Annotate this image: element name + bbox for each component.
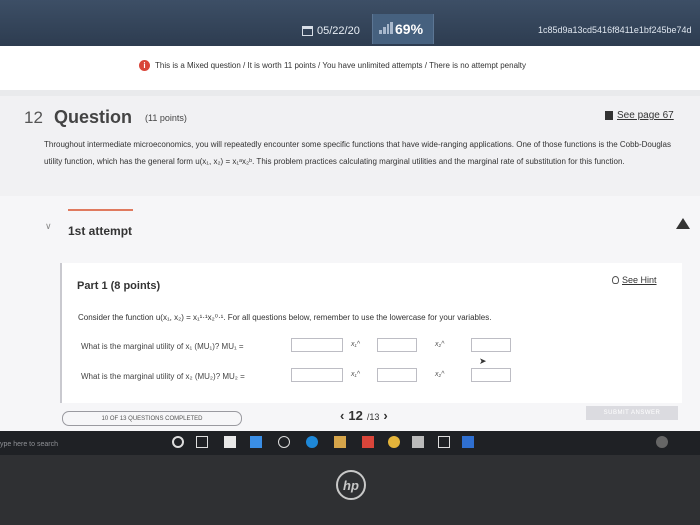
see-page-label: See page 67 bbox=[617, 110, 674, 121]
question-info-text: This is a Mixed question / It is worth 1… bbox=[155, 61, 527, 70]
see-hint-label: See Hint bbox=[622, 275, 657, 285]
hp-logo: hp bbox=[336, 470, 366, 500]
top-bar: 05/22/20 69% 1c85d9a13cd5416f8411e1bf245… bbox=[0, 0, 700, 46]
edge-icon[interactable] bbox=[306, 436, 318, 448]
info-icon: i bbox=[139, 60, 150, 71]
mu2-label: What is the marginal utility of x₂ (MU₂)… bbox=[81, 372, 245, 381]
due-date: 05/22/20 bbox=[302, 25, 360, 37]
cortana-icon[interactable] bbox=[172, 436, 184, 448]
chrome-icon[interactable] bbox=[388, 436, 400, 448]
prev-question-button[interactable]: ‹ bbox=[340, 408, 344, 423]
browser-screen: 05/22/20 69% 1c85d9a13cd5416f8411e1bf245… bbox=[0, 0, 700, 440]
calendar-icon bbox=[302, 26, 313, 36]
question-text: Throughout intermediate microeconomics, … bbox=[44, 140, 672, 166]
see-page-link[interactable]: See page 67 bbox=[605, 110, 674, 121]
store-icon[interactable] bbox=[362, 436, 374, 448]
attempt-tab-indicator bbox=[68, 209, 133, 211]
help-icon[interactable] bbox=[656, 436, 668, 448]
mouse-cursor-icon: ➤ bbox=[479, 356, 487, 366]
part-card: Part 1 (8 points) See Hint Consider the … bbox=[60, 263, 682, 403]
bar-chart-icon bbox=[379, 22, 393, 34]
app-blue-icon[interactable] bbox=[250, 436, 262, 448]
app-a-icon[interactable] bbox=[224, 436, 236, 448]
mu1-x2-exponent-input[interactable] bbox=[471, 338, 511, 352]
part-instructions: Consider the function u(x₁, x₂) = x₁¹·¹x… bbox=[78, 313, 492, 322]
taskbar-search[interactable]: ype here to search bbox=[0, 441, 58, 448]
question-pager: ‹ 12/13 › bbox=[340, 408, 388, 423]
book-icon bbox=[605, 111, 613, 120]
progress-percent: 69% bbox=[395, 21, 424, 37]
mu2-x1-exp-label: x₁^ bbox=[351, 371, 360, 378]
media-icon[interactable] bbox=[438, 436, 450, 448]
questions-completed: 10 OF 13 QUESTIONS COMPLETED bbox=[62, 411, 242, 426]
next-question-button[interactable]: › bbox=[383, 408, 387, 423]
bookmark-icon[interactable] bbox=[676, 218, 690, 229]
total-questions: /13 bbox=[366, 412, 380, 422]
question-title: Question bbox=[54, 107, 133, 127]
link-icon[interactable] bbox=[278, 436, 290, 448]
mu1-label: What is the marginal utility of x₁ (MU₁)… bbox=[81, 342, 244, 351]
task-view-icon[interactable] bbox=[196, 436, 208, 448]
mu1-x2-exp-label: x₂^ bbox=[435, 341, 445, 348]
question-number: 12 bbox=[24, 108, 43, 127]
file-explorer-icon[interactable] bbox=[334, 436, 346, 448]
current-question-number: 12 bbox=[348, 408, 363, 423]
lightbulb-icon bbox=[612, 276, 619, 284]
session-id: 1c85d9a13cd5416f8411e1bf245be74d bbox=[538, 25, 692, 35]
mu1-coefficient-input[interactable] bbox=[291, 338, 343, 352]
see-hint-link[interactable]: See Hint bbox=[612, 275, 657, 285]
mu2-x2-exp-label: x₂^ bbox=[435, 371, 445, 378]
attempt-label[interactable]: 1st attempt bbox=[68, 224, 132, 238]
question-header: 12 Question (11 points) See page 67 Thro… bbox=[0, 96, 700, 196]
part-title: Part 1 (8 points) bbox=[77, 280, 161, 292]
chevron-down-icon[interactable]: ∨ bbox=[45, 221, 52, 232]
windows-taskbar: ype here to search bbox=[0, 431, 700, 455]
app-window-icon[interactable] bbox=[462, 436, 474, 448]
progress-indicator: 69% bbox=[372, 14, 434, 44]
info-bar: i This is a Mixed question / It is worth… bbox=[0, 46, 700, 90]
question-points: (11 points) bbox=[145, 113, 187, 123]
mu2-coefficient-input[interactable] bbox=[291, 368, 343, 382]
mu2-x1-exponent-input[interactable] bbox=[377, 368, 417, 382]
due-date-text: 05/22/20 bbox=[317, 25, 360, 37]
dropbox-icon[interactable] bbox=[412, 436, 424, 448]
mu2-x2-exponent-input[interactable] bbox=[471, 368, 511, 382]
mu1-x1-exp-label: x₁^ bbox=[351, 341, 360, 348]
submit-answer-button[interactable]: SUBMIT ANSWER bbox=[586, 406, 678, 420]
attempt-panel: ∨ 1st attempt Part 1 (8 points) See Hint… bbox=[0, 196, 700, 440]
question-info: i This is a Mixed question / It is worth… bbox=[139, 60, 526, 71]
mu1-x1-exponent-input[interactable] bbox=[377, 338, 417, 352]
